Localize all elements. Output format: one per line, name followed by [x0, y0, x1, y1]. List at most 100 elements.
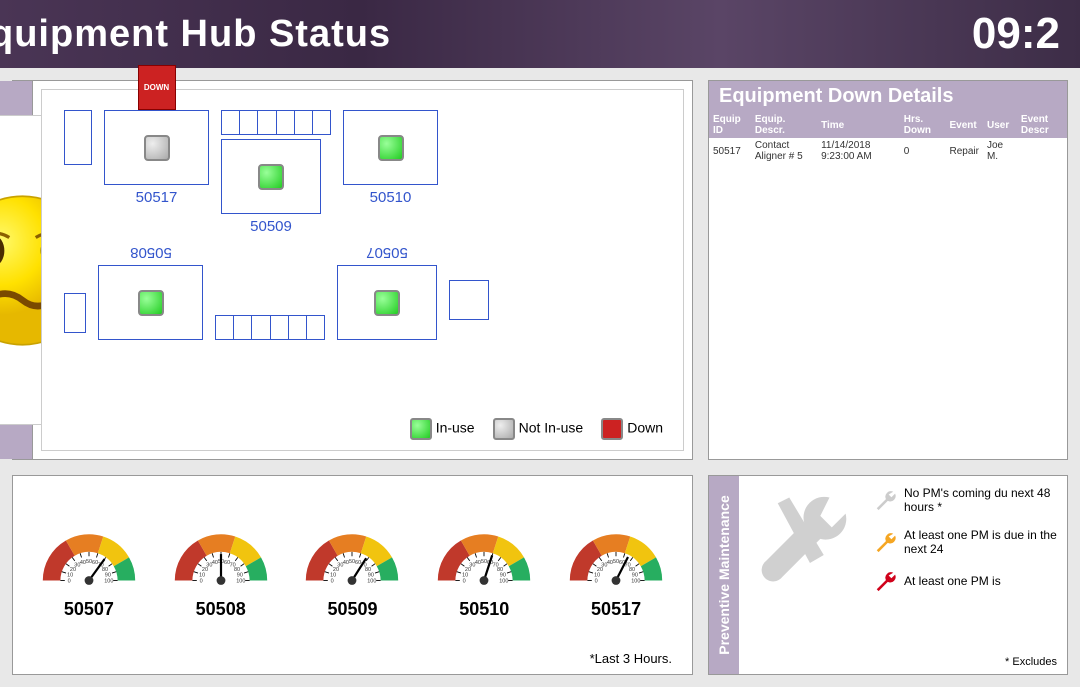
col-equip-descr[interactable]: Equip. Descr. [751, 112, 817, 138]
wrench-orange-icon [874, 531, 896, 553]
svg-text:10: 10 [67, 573, 73, 579]
slot-strip [221, 110, 331, 135]
equipment-label: 50517 [136, 189, 178, 206]
svg-text:0: 0 [199, 579, 202, 585]
pm-status-warning: At least one PM is due in the next 24 [874, 528, 1057, 556]
legend-down: Down [601, 418, 663, 440]
svg-text:100: 100 [368, 579, 377, 585]
gauge-50509: 0102030405060708090100 50509 [297, 518, 407, 620]
svg-text:0: 0 [331, 579, 334, 585]
legend-not-in-use: Not In-use [493, 418, 584, 440]
cell-descr: Contact Aligner # 5 [751, 138, 817, 164]
col-event-descr[interactable]: Event Descr [1017, 112, 1067, 138]
svg-text:100: 100 [236, 579, 245, 585]
gauge-50507: 0102030405060708090100 50507 [34, 518, 144, 620]
svg-text:10: 10 [594, 573, 600, 579]
status-light-icon [258, 164, 284, 190]
col-event[interactable]: Event [946, 112, 983, 138]
gauge-label: 50510 [429, 599, 539, 620]
down-badge: DOWN [138, 65, 176, 110]
gauge-label: 50507 [34, 599, 144, 620]
status-light-icon [144, 135, 170, 161]
svg-text:10: 10 [199, 573, 205, 579]
details-panel-title: Equipment Down Details [709, 81, 1067, 112]
red-light-icon [601, 418, 623, 440]
svg-text:10: 10 [331, 573, 337, 579]
equipment-aux-box [64, 110, 92, 165]
header-bar: quipment Hub Status 09:2 [0, 0, 1080, 68]
cell-user: Joe M. [983, 138, 1017, 164]
svg-text:90: 90 [105, 573, 111, 579]
down-details-table: Equip ID Equip. Descr. Time Hrs. Down Ev… [709, 112, 1067, 164]
preventive-maintenance-panel: Preventive Maintenance No PM's coming du… [708, 475, 1068, 675]
equipment-label: 50507 [366, 244, 408, 261]
cell-hrs-down: 0 [900, 138, 946, 164]
status-light-icon [378, 135, 404, 161]
equipment-50517[interactable]: 50517 [104, 110, 209, 185]
status-light-icon [138, 290, 164, 316]
status-light-icon [374, 290, 400, 316]
gauge-label: 50509 [297, 599, 407, 620]
svg-text:10: 10 [462, 573, 468, 579]
pm-status-text: At least one PM is due in the next 24 [904, 528, 1057, 556]
col-user[interactable]: User [983, 112, 1017, 138]
cell-event-descr [1017, 138, 1067, 164]
col-time[interactable]: Time [817, 112, 900, 138]
table-row[interactable]: 50517 Contact Aligner # 5 11/14/2018 9:2… [709, 138, 1067, 164]
wrench-gray-icon [874, 489, 896, 511]
equipment-50509[interactable]: 50509 [221, 139, 321, 214]
svg-text:0: 0 [595, 579, 598, 585]
gauge-icon: 0102030405060708090100 [429, 518, 539, 588]
layout-legend: In-use Not In-use Down [410, 418, 663, 440]
equipment-50507[interactable]: 50507 [337, 265, 437, 340]
equipment-down-details-panel: Equipment Down Details Equip ID Equip. D… [708, 80, 1068, 460]
gauge-50508: 0102030405060708090100 50508 [166, 518, 276, 620]
svg-text:100: 100 [631, 579, 640, 585]
gray-light-icon [493, 418, 515, 440]
svg-text:0: 0 [463, 579, 466, 585]
equipment-50510[interactable]: 50510 [343, 110, 438, 185]
gauge-label: 50517 [561, 599, 671, 620]
svg-text:90: 90 [368, 573, 374, 579]
cell-event: Repair [946, 138, 983, 164]
slot-strip [215, 315, 325, 340]
svg-text:0: 0 [68, 579, 71, 585]
utilization-gauges-panel: 0102030405060708090100 50507 01020304050… [12, 475, 693, 675]
status-face-sidebar [0, 81, 33, 459]
pm-footnote: * Excludes [1005, 656, 1057, 668]
pm-status-text: No PM's coming du next 48 hours * [904, 486, 1057, 514]
equipment-aux-box [64, 293, 86, 333]
svg-text:100: 100 [104, 579, 113, 585]
equipment-label: 50508 [130, 244, 172, 261]
gauge-label: 50508 [166, 599, 276, 620]
page-title: quipment Hub Status [0, 13, 391, 56]
gauges-footnote: *Last 3 Hours. [590, 651, 672, 666]
wrench-red-icon [874, 570, 896, 592]
col-hrs-down[interactable]: Hrs. Down [900, 112, 946, 138]
equipment-layout-map: DOWN 50517 50509 [41, 89, 684, 451]
status-overview-panel: DOWN 50517 50509 [12, 80, 693, 460]
gauge-icon: 0102030405060708090100 [34, 518, 144, 588]
legend-in-use: In-use [410, 418, 475, 440]
svg-text:100: 100 [499, 579, 508, 585]
equipment-aux-box [449, 280, 489, 320]
gauge-icon: 0102030405060708090100 [561, 518, 671, 588]
svg-text:90: 90 [632, 573, 638, 579]
equipment-label: 50509 [250, 218, 292, 235]
equipment-50508[interactable]: 50508 [98, 265, 203, 340]
cell-time: 11/14/2018 9:23:00 AM [817, 138, 900, 164]
gauge-50517: 0102030405060708090100 50517 [561, 518, 671, 620]
green-light-icon [410, 418, 432, 440]
pm-status-text: At least one PM is [904, 574, 1001, 588]
gauge-50510: 0102030405060708090100 50510 [429, 518, 539, 620]
svg-text:90: 90 [500, 573, 506, 579]
equipment-label: 50510 [370, 189, 412, 206]
pm-status-critical: At least one PM is [874, 570, 1057, 592]
clock-display: 09:2 [972, 9, 1060, 59]
gauge-icon: 0102030405060708090100 [297, 518, 407, 588]
pm-side-label: Preventive Maintenance [709, 476, 739, 674]
gauge-icon: 0102030405060708090100 [166, 518, 276, 588]
pm-status-none: No PM's coming du next 48 hours * [874, 486, 1057, 514]
col-equip-id[interactable]: Equip ID [709, 112, 751, 138]
svg-text:90: 90 [236, 573, 242, 579]
